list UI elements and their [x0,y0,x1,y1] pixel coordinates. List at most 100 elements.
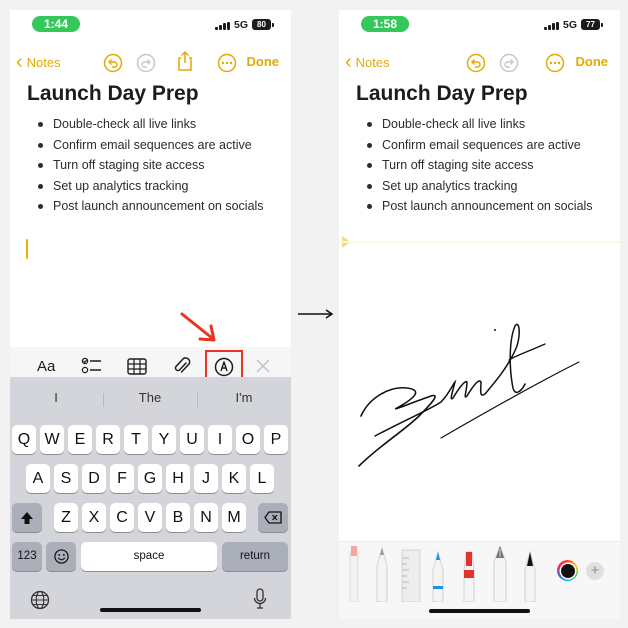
key-b[interactable]: B [166,503,190,532]
battery-icon: 77 [581,19,603,30]
key-e[interactable]: E [68,425,92,454]
key-o[interactable]: O [236,425,260,454]
drawing-area-divider [339,241,620,243]
undo-icon[interactable] [466,53,486,73]
back-button[interactable]: ‹ Notes [16,52,61,72]
note-list[interactable]: Double-check all live links Confirm emai… [354,114,593,217]
suggestion-item[interactable]: The [104,390,196,405]
home-indicator [429,609,530,613]
list-item[interactable]: Set up analytics tracking [354,176,593,197]
key-a[interactable]: A [26,464,50,493]
key-f[interactable]: F [110,464,134,493]
key-c[interactable]: C [110,503,134,532]
undo-icon[interactable] [103,53,123,73]
list-item[interactable]: Set up analytics tracking [25,176,264,197]
key-z[interactable]: Z [54,503,78,532]
back-button[interactable]: ‹ Notes [345,52,390,72]
key-r[interactable]: R [96,425,120,454]
key-i[interactable]: I [208,425,232,454]
list-item[interactable]: Turn off staging site access [354,155,593,176]
attachment-icon[interactable] [173,355,191,377]
globe-icon[interactable] [30,590,50,610]
emoji-icon [53,549,69,564]
share-icon[interactable] [176,50,194,72]
network-label: 5G [563,19,578,31]
key-d[interactable]: D [82,464,106,493]
done-button[interactable]: Done [576,54,609,69]
key-x[interactable]: X [82,503,106,532]
key-w[interactable]: W [40,425,64,454]
key-s[interactable]: S [54,464,78,493]
status-bar: 1:44 5G 80 [10,10,291,40]
after-screenshot: 1:58 5G 77 ‹ Notes Done Launch Day Prep D… [339,10,620,619]
list-item[interactable]: Double-check all live links [354,114,593,135]
key-y[interactable]: Y [152,425,176,454]
note-title[interactable]: Launch Day Prep [27,82,199,106]
fountain-pen-tool[interactable] [492,546,508,602]
key-q[interactable]: Q [12,425,36,454]
redo-icon[interactable] [136,53,156,73]
table-icon[interactable] [127,358,147,375]
pencil-tool[interactable] [375,546,389,602]
add-tool-button[interactable]: + [586,562,604,580]
key-k[interactable]: K [222,464,246,493]
before-screenshot: 1:44 5G 80 ‹ Notes Done Launch Day Prep D… [10,10,291,619]
key-p[interactable]: P [264,425,288,454]
close-icon[interactable] [256,359,270,373]
signal-icon [215,22,231,30]
network-label: 5G [234,19,249,31]
signal-icon [544,22,560,30]
chevron-left-icon: ‹ [16,51,23,73]
battery-icon: 80 [252,19,274,30]
return-key[interactable]: return [222,542,288,571]
note-nav-bar: ‹ Notes Done [10,50,291,78]
list-item[interactable]: Confirm email sequences are active [25,135,264,156]
emoji-key[interactable] [46,542,76,571]
numbers-key[interactable]: 123 [12,542,42,571]
key-n[interactable]: N [194,503,218,532]
list-item[interactable]: Post launch announcement on socials [354,196,593,217]
key-l[interactable]: L [250,464,274,493]
chevron-left-icon: ‹ [345,51,352,73]
crayon-tool[interactable] [462,546,476,602]
redo-icon[interactable] [499,53,519,73]
key-h[interactable]: H [166,464,190,493]
key-u[interactable]: U [180,425,204,454]
status-time: 1:44 [32,16,80,32]
space-key[interactable]: space [81,542,217,571]
transition-arrow-icon [298,309,334,319]
key-t[interactable]: T [124,425,148,454]
shift-key[interactable] [12,503,42,532]
microphone-icon[interactable] [253,588,267,610]
format-button[interactable]: Aa [37,358,55,375]
list-item[interactable]: Confirm email sequences are active [354,135,593,156]
list-item[interactable]: Turn off staging site access [25,155,264,176]
handwritten-signature[interactable] [349,286,589,486]
brush-tool[interactable] [523,546,537,602]
backspace-icon [264,511,282,524]
more-icon[interactable] [217,53,237,73]
list-item[interactable]: Double-check all live links [25,114,264,135]
more-icon[interactable] [545,53,565,73]
suggestion-item[interactable]: I'm [198,390,290,405]
home-indicator [100,608,201,612]
color-picker[interactable] [557,560,578,581]
note-list[interactable]: Double-check all live links Confirm emai… [25,114,264,217]
ruler-tool[interactable] [401,546,421,602]
key-m[interactable]: M [222,503,246,532]
marker-tool[interactable] [349,546,359,602]
key-g[interactable]: G [138,464,162,493]
key-j[interactable]: J [194,464,218,493]
pointer-arrow-icon [180,312,216,342]
pen-tool[interactable] [431,546,445,602]
checklist-icon[interactable] [81,356,103,376]
delete-key[interactable] [258,503,288,532]
key-v[interactable]: V [138,503,162,532]
status-time: 1:58 [361,16,409,32]
list-item[interactable]: Post launch announcement on socials [25,196,264,217]
back-label: Notes [26,54,61,70]
status-bar: 1:58 5G 77 [339,10,620,40]
note-title[interactable]: Launch Day Prep [356,82,528,106]
suggestion-item[interactable]: I [10,390,102,405]
done-button[interactable]: Done [247,54,280,69]
